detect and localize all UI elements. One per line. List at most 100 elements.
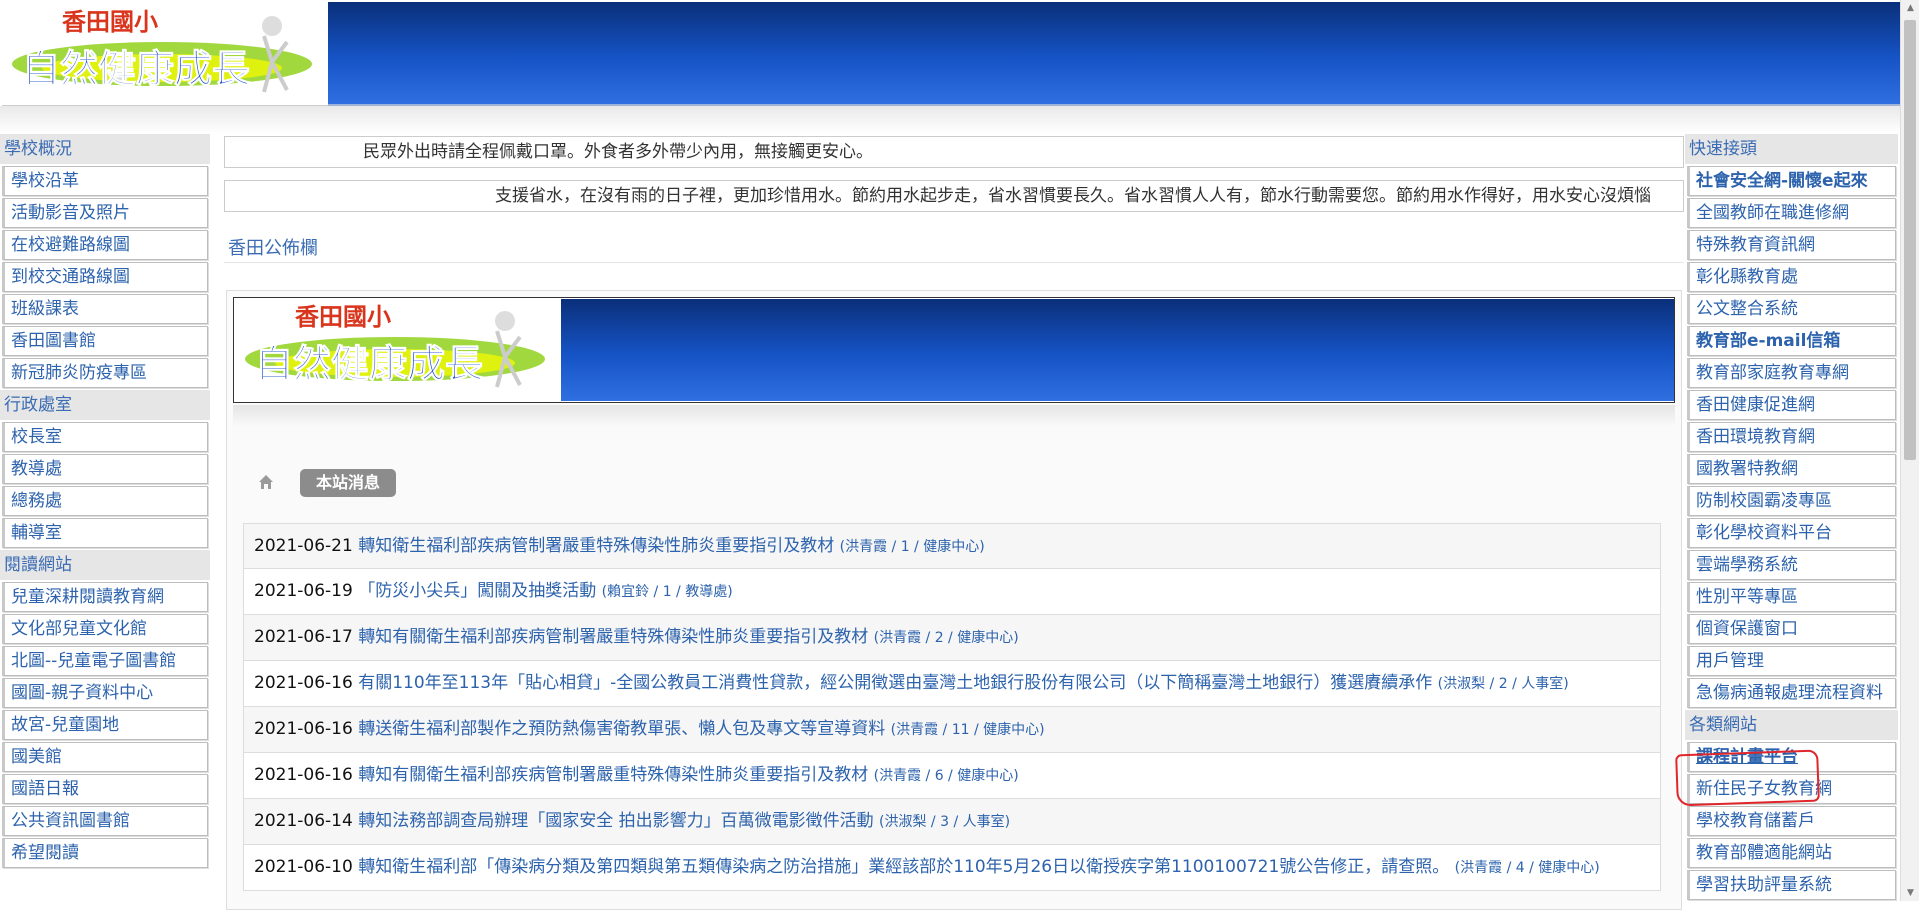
news-date: 2021-06-16 bbox=[254, 719, 353, 739]
nav-traffic-route[interactable]: 到校交通路線圖 bbox=[2, 262, 208, 292]
link-anti-bullying[interactable]: 防制校園霸凌專區 bbox=[1687, 486, 1896, 516]
link-learning-assessment[interactable]: 學習扶助評量系統 bbox=[1687, 870, 1896, 900]
link-special-education[interactable]: 特殊教育資訊網 bbox=[1687, 230, 1896, 260]
inner-shade bbox=[233, 405, 1675, 427]
news-row[interactable]: 2021-06-19 「防災小尖兵」闖關及抽獎活動 (賴宜鈴 / 1 / 教導處… bbox=[243, 569, 1661, 615]
section-head-reading-sites: 閱讀網站 bbox=[0, 550, 210, 580]
nav-evacuation-route[interactable]: 在校避難路線圖 bbox=[2, 230, 208, 260]
news-title[interactable]: 轉知有關衛生福利部疾病管制署嚴重特殊傳染性肺炎重要指引及教材 bbox=[358, 765, 868, 785]
site-banner: 香田國小 自然健康成長 bbox=[0, 0, 1900, 134]
link-cloud-student-affairs[interactable]: 雲端學務系統 bbox=[1687, 550, 1896, 580]
news-title[interactable]: 轉知有關衛生福利部疾病管制署嚴重特殊傳染性肺炎重要指引及教材 bbox=[358, 627, 868, 647]
section-head-admin-offices: 行政處室 bbox=[0, 390, 210, 420]
section-head-school-overview: 學校概況 bbox=[0, 134, 210, 164]
nav-class-schedule[interactable]: 班級課表 bbox=[2, 294, 208, 324]
link-health-promotion[interactable]: 香田健康促進網 bbox=[1687, 390, 1896, 420]
nav-reading-8[interactable]: 公共資訊圖書館 bbox=[2, 806, 208, 836]
nav-reading-6[interactable]: 國美館 bbox=[2, 742, 208, 772]
news-title[interactable]: 轉知衛生福利部「傳染病分類及第四類與第五類傳染病之防治措施」業經該部於110年5… bbox=[358, 857, 1449, 877]
nav-reading-3[interactable]: 北圖--兒童電子圖書館 bbox=[2, 646, 208, 676]
nav-reading-9[interactable]: 希望閱讀 bbox=[2, 838, 208, 868]
link-teacher-training[interactable]: 全國教師在職進修網 bbox=[1687, 198, 1896, 228]
news-date: 2021-06-17 bbox=[254, 627, 353, 647]
news-list: 2021-06-21 轉知衛生福利部疾病管制署嚴重特殊傳染性肺炎重要指引及教材 … bbox=[243, 523, 1661, 891]
nav-principal[interactable]: 校長室 bbox=[2, 422, 208, 452]
nav-academic-affairs[interactable]: 教導處 bbox=[2, 454, 208, 484]
nav-reading-5[interactable]: 故宮-兒童園地 bbox=[2, 710, 208, 740]
link-gender-equality[interactable]: 性別平等專區 bbox=[1687, 582, 1896, 612]
news-meta: (洪青霞 / 4 / 健康中心) bbox=[1454, 860, 1600, 876]
nav-counseling[interactable]: 輔導室 bbox=[2, 518, 208, 548]
scrollbar-thumb[interactable] bbox=[1904, 20, 1916, 460]
link-k12-special-ed[interactable]: 國教署特教網 bbox=[1687, 454, 1896, 484]
news-row[interactable]: 2021-06-16 轉送衛生福利部製作之預防熱傷害衛教單張、懶人包及專文等宣導… bbox=[243, 707, 1661, 753]
highlight-annotation bbox=[1675, 749, 1820, 807]
inner-banner: 香田國小 自然健康成長 bbox=[233, 297, 1675, 403]
nav-library[interactable]: 香田圖書館 bbox=[2, 326, 208, 356]
scroll-down-icon[interactable]: ▼ bbox=[1901, 885, 1919, 901]
scroll-up-icon[interactable]: ▲ bbox=[1901, 0, 1919, 16]
news-row[interactable]: 2021-06-14 轉知法務部調查局辦理「國家安全 拍出影響力」百萬微電影徵件… bbox=[243, 799, 1661, 845]
news-meta: (洪青霞 / 2 / 健康中心) bbox=[873, 630, 1019, 646]
news-date: 2021-06-16 bbox=[254, 673, 353, 693]
nav-reading-2[interactable]: 文化部兒童文化館 bbox=[2, 614, 208, 644]
link-moe-email[interactable]: 教育部e-mail信箱 bbox=[1687, 326, 1896, 356]
link-social-safety-net[interactable]: 社會安全網-關懷e起來 bbox=[1687, 166, 1896, 196]
news-date: 2021-06-10 bbox=[254, 857, 353, 877]
breadcrumb-current[interactable]: 本站消息 bbox=[300, 469, 397, 497]
news-meta: (洪青霞 / 11 / 健康中心) bbox=[890, 722, 1045, 738]
svg-text:自然健康成長: 自然健康成長 bbox=[22, 47, 251, 91]
news-title[interactable]: 轉知法務部調查局辦理「國家安全 拍出影響力」百萬微電影徵件活動 bbox=[358, 811, 873, 831]
news-row[interactable]: 2021-06-21 轉知衛生福利部疾病管制署嚴重特殊傳染性肺炎重要指引及教材 … bbox=[243, 523, 1661, 569]
news-row[interactable]: 2021-06-16 轉知有關衛生福利部疾病管制署嚴重特殊傳染性肺炎重要指引及教… bbox=[243, 753, 1661, 799]
svg-text:香田國小: 香田國小 bbox=[295, 303, 391, 331]
svg-text:自然健康成長: 自然健康成長 bbox=[255, 342, 484, 386]
school-logo[interactable]: 香田國小 自然健康成長 bbox=[2, 2, 328, 106]
nav-reading-1[interactable]: 兒童深耕閱讀教育網 bbox=[2, 582, 208, 612]
news-title[interactable]: 「防災小尖兵」闖關及抽獎活動 bbox=[358, 581, 596, 601]
link-environment-education[interactable]: 香田環境教育網 bbox=[1687, 422, 1896, 452]
svg-text:香田國小: 香田國小 bbox=[62, 8, 158, 36]
home-icon[interactable] bbox=[257, 473, 275, 491]
news-date: 2021-06-21 bbox=[254, 536, 353, 556]
link-school-data-platform[interactable]: 彰化學校資料平台 bbox=[1687, 518, 1896, 548]
link-family-education[interactable]: 教育部家庭教育專網 bbox=[1687, 358, 1896, 388]
link-fitness[interactable]: 教育部體適能網站 bbox=[1687, 838, 1896, 868]
marquee-mask-notice: 民眾外出時請全程佩戴口罩。外食者多外帶少內用，無接觸更安心。 bbox=[224, 136, 1684, 168]
nav-school-history[interactable]: 學校沿革 bbox=[2, 166, 208, 196]
section-head-quick-links: 快速接頭 bbox=[1685, 134, 1898, 164]
inner-school-logo: 香田國小 自然健康成長 bbox=[235, 299, 561, 401]
news-date: 2021-06-14 bbox=[254, 811, 353, 831]
left-sidebar: 學校概況 學校沿革 活動影音及照片 在校避難路線圖 到校交通路線圖 班級課表 香… bbox=[0, 134, 210, 870]
news-row[interactable]: 2021-06-17 轉知有關衛生福利部疾病管制署嚴重特殊傳染性肺炎重要指引及教… bbox=[243, 615, 1661, 661]
news-meta: (洪淑梨 / 2 / 人事室) bbox=[1437, 676, 1569, 692]
news-meta: (賴宜鈴 / 1 / 教導處) bbox=[601, 584, 733, 600]
nav-covid-zone[interactable]: 新冠肺炎防疫專區 bbox=[2, 358, 208, 388]
nav-reading-4[interactable]: 國圖-親子資料中心 bbox=[2, 678, 208, 708]
nav-general-affairs[interactable]: 總務處 bbox=[2, 486, 208, 516]
news-meta: (洪青霞 / 6 / 健康中心) bbox=[873, 768, 1019, 784]
nav-reading-7[interactable]: 國語日報 bbox=[2, 774, 208, 804]
link-document-system[interactable]: 公文整合系統 bbox=[1687, 294, 1896, 324]
nav-activity-media[interactable]: 活動影音及照片 bbox=[2, 198, 208, 228]
news-row[interactable]: 2021-06-10 轉知衛生福利部「傳染病分類及第四類與第五類傳染病之防治措施… bbox=[243, 845, 1661, 891]
news-row[interactable]: 2021-06-16 有關110年至113年「貼心相貸」-全國公教員工消費性貸款… bbox=[243, 661, 1661, 707]
news-panel: 香田國小 自然健康成長 本站消息 2021-06-21 轉知衛生福利部疾病管制署… bbox=[226, 290, 1682, 910]
banner-shade bbox=[0, 106, 1900, 134]
news-title[interactable]: 轉知衛生福利部疾病管制署嚴重特殊傳染性肺炎重要指引及教材 bbox=[358, 536, 834, 556]
news-date: 2021-06-19 bbox=[254, 581, 353, 601]
news-meta: (洪青霞 / 1 / 健康中心) bbox=[839, 539, 985, 555]
section-head-various-sites: 各類網站 bbox=[1685, 710, 1898, 740]
inner-banner-bar bbox=[561, 299, 1674, 401]
link-user-management[interactable]: 用戶管理 bbox=[1687, 646, 1896, 676]
vertical-scrollbar[interactable]: ▲ ▼ bbox=[1900, 0, 1919, 901]
link-changhua-education[interactable]: 彰化縣教育處 bbox=[1687, 262, 1896, 292]
link-privacy-window[interactable]: 個資保護窗口 bbox=[1687, 614, 1896, 644]
news-title[interactable]: 轉送衛生福利部製作之預防熱傷害衛教單張、懶人包及專文等宣導資料 bbox=[358, 719, 885, 739]
link-emergency-report[interactable]: 急傷病通報處理流程資料 bbox=[1687, 678, 1896, 708]
news-title[interactable]: 有關110年至113年「貼心相貸」-全國公教員工消費性貸款，經公開徵選由臺灣土地… bbox=[358, 673, 1432, 693]
link-education-savings[interactable]: 學校教育儲蓄戶 bbox=[1687, 806, 1896, 836]
news-meta: (洪淑梨 / 3 / 人事室) bbox=[879, 814, 1011, 830]
board-title: 香田公佈欄 bbox=[228, 238, 318, 259]
banner-bar bbox=[328, 2, 1900, 106]
